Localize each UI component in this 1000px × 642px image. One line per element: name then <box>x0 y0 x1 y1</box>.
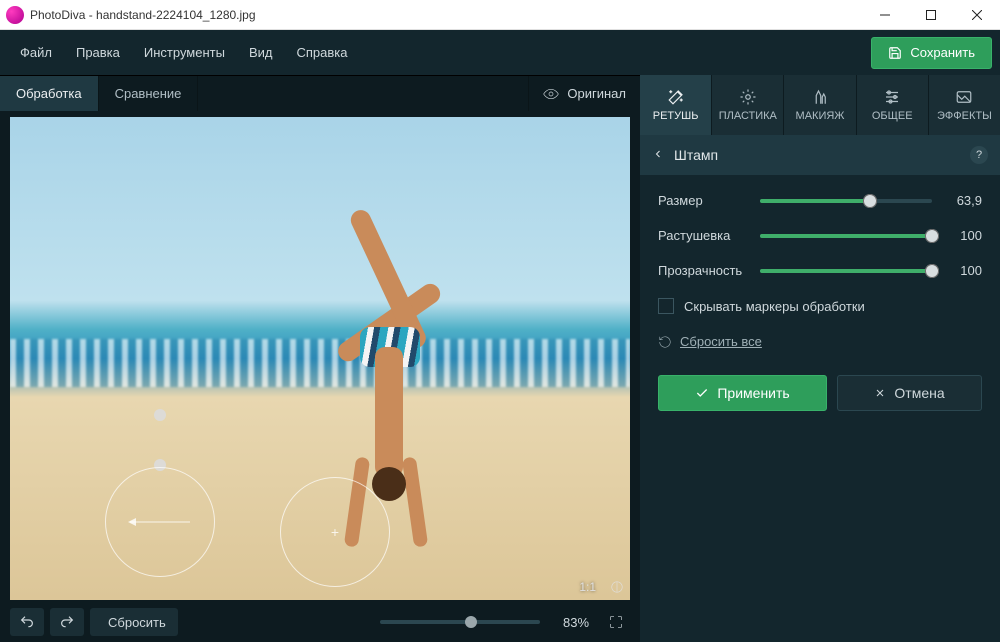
tab-makeup-label: МАКИЯЖ <box>796 110 845 122</box>
redo-button[interactable] <box>50 608 84 636</box>
undo-icon <box>19 614 35 630</box>
tab-effects[interactable]: ЭФФЕКТЫ <box>928 75 1000 135</box>
ratio-label: 1:1 <box>579 580 596 594</box>
panel-title: Штамп <box>674 147 718 163</box>
save-button[interactable]: Сохранить <box>871 37 992 69</box>
liquify-icon <box>739 88 757 106</box>
tab-retouch[interactable]: РЕТУШЬ <box>640 75 711 135</box>
menu-view[interactable]: Вид <box>237 37 285 68</box>
cancel-button[interactable]: Отмена <box>837 375 982 411</box>
eye-icon <box>543 86 559 102</box>
slider-opacity-value: 100 <box>942 263 982 278</box>
checkbox-icon <box>658 298 674 314</box>
slider-feather-label: Растушевка <box>658 228 750 243</box>
makeup-icon <box>811 88 829 106</box>
window-minimize-button[interactable] <box>862 0 908 30</box>
slider-feather-track[interactable] <box>760 234 932 238</box>
menubar: Файл Правка Инструменты Вид Справка Сохр… <box>0 30 1000 75</box>
zoom-slider-thumb[interactable] <box>465 616 477 628</box>
redo-icon <box>59 614 75 630</box>
reset-all-label: Сбросить все <box>680 334 762 349</box>
menu-edit[interactable]: Правка <box>64 37 132 68</box>
slider-opacity-track[interactable] <box>760 269 932 273</box>
slider-size-value: 63,9 <box>942 193 982 208</box>
window-title: PhotoDiva - handstand-2224104_1280.jpg <box>30 8 256 22</box>
effects-icon <box>955 88 973 106</box>
reset-label: Сбросить <box>108 615 166 630</box>
zoom-value: 83% <box>556 615 596 630</box>
slider-size-label: Размер <box>658 193 750 208</box>
clone-handle-icon[interactable] <box>154 409 166 421</box>
panel-back-button[interactable] <box>652 147 664 163</box>
tool-category-tabs: РЕТУШЬ ПЛАСТИКА МАКИЯЖ ОБЩЕЕ ЭФФЕКТЫ <box>640 75 1000 135</box>
before-after-icon <box>610 580 624 594</box>
window-maximize-button[interactable] <box>908 0 954 30</box>
zoom-slider[interactable] <box>380 620 540 624</box>
tab-general-label: ОБЩЕЕ <box>872 110 913 122</box>
cancel-label: Отмена <box>894 385 944 401</box>
tab-compare[interactable]: Сравнение <box>99 76 199 111</box>
fullscreen-icon <box>608 614 624 630</box>
save-button-label: Сохранить <box>910 45 975 60</box>
save-icon <box>888 46 902 60</box>
tab-plastic-label: ПЛАСТИКА <box>719 110 777 122</box>
show-original-label: Оригинал <box>567 86 626 101</box>
panel-help-button[interactable]: ? <box>970 146 988 164</box>
clone-source-marker[interactable] <box>105 467 215 577</box>
image-canvas[interactable]: 1:1 <box>10 117 630 600</box>
slider-opacity-label: Прозрачность <box>658 263 750 278</box>
tab-makeup[interactable]: МАКИЯЖ <box>783 75 855 135</box>
hide-markers-checkbox[interactable]: Скрывать маркеры обработки <box>658 298 982 314</box>
apply-label: Применить <box>717 385 789 401</box>
before-after-toggle[interactable] <box>610 580 624 594</box>
fit-screen-button[interactable] <box>602 608 630 636</box>
slider-size: Размер 63,9 <box>658 193 982 208</box>
app-logo-icon <box>6 6 24 24</box>
ratio-1-1-button[interactable]: 1:1 <box>579 580 596 594</box>
check-icon <box>695 386 709 400</box>
menu-tools[interactable]: Инструменты <box>132 37 237 68</box>
sliders-icon <box>883 88 901 106</box>
close-icon <box>874 387 886 399</box>
tab-plastic[interactable]: ПЛАСТИКА <box>711 75 783 135</box>
slider-size-track[interactable] <box>760 199 932 203</box>
apply-button[interactable]: Применить <box>658 375 827 411</box>
tab-retouch-label: РЕТУШЬ <box>653 110 699 122</box>
hide-markers-label: Скрывать маркеры обработки <box>684 299 865 314</box>
slider-size-thumb[interactable] <box>863 194 877 208</box>
slider-opacity: Прозрачность 100 <box>658 263 982 278</box>
panel-header: Штамп ? <box>640 135 1000 175</box>
slider-feather-value: 100 <box>942 228 982 243</box>
tab-effects-label: ЭФФЕКТЫ <box>937 110 992 122</box>
reset-all-link[interactable]: Сбросить все <box>658 334 982 349</box>
undo-button[interactable] <box>10 608 44 636</box>
reset-icon <box>658 335 672 349</box>
slider-opacity-thumb[interactable] <box>925 264 939 278</box>
wand-icon <box>667 88 685 106</box>
slider-feather-thumb[interactable] <box>925 229 939 243</box>
mode-toolbar: Обработка Сравнение Оригинал <box>0 75 640 111</box>
clone-target-marker[interactable] <box>280 477 390 587</box>
slider-feather: Растушевка 100 <box>658 228 982 243</box>
show-original-button[interactable]: Оригинал <box>528 76 640 111</box>
window-close-button[interactable] <box>954 0 1000 30</box>
menu-help[interactable]: Справка <box>284 37 359 68</box>
tab-general[interactable]: ОБЩЕЕ <box>856 75 928 135</box>
window-titlebar: PhotoDiva - handstand-2224104_1280.jpg <box>0 0 1000 30</box>
tab-processing[interactable]: Обработка <box>0 76 99 111</box>
menu-file[interactable]: Файл <box>8 37 64 68</box>
canvas-bottom-bar: Сбросить 83% <box>0 602 640 642</box>
reset-button[interactable]: Сбросить <box>90 608 178 636</box>
chevron-left-icon <box>652 148 664 160</box>
